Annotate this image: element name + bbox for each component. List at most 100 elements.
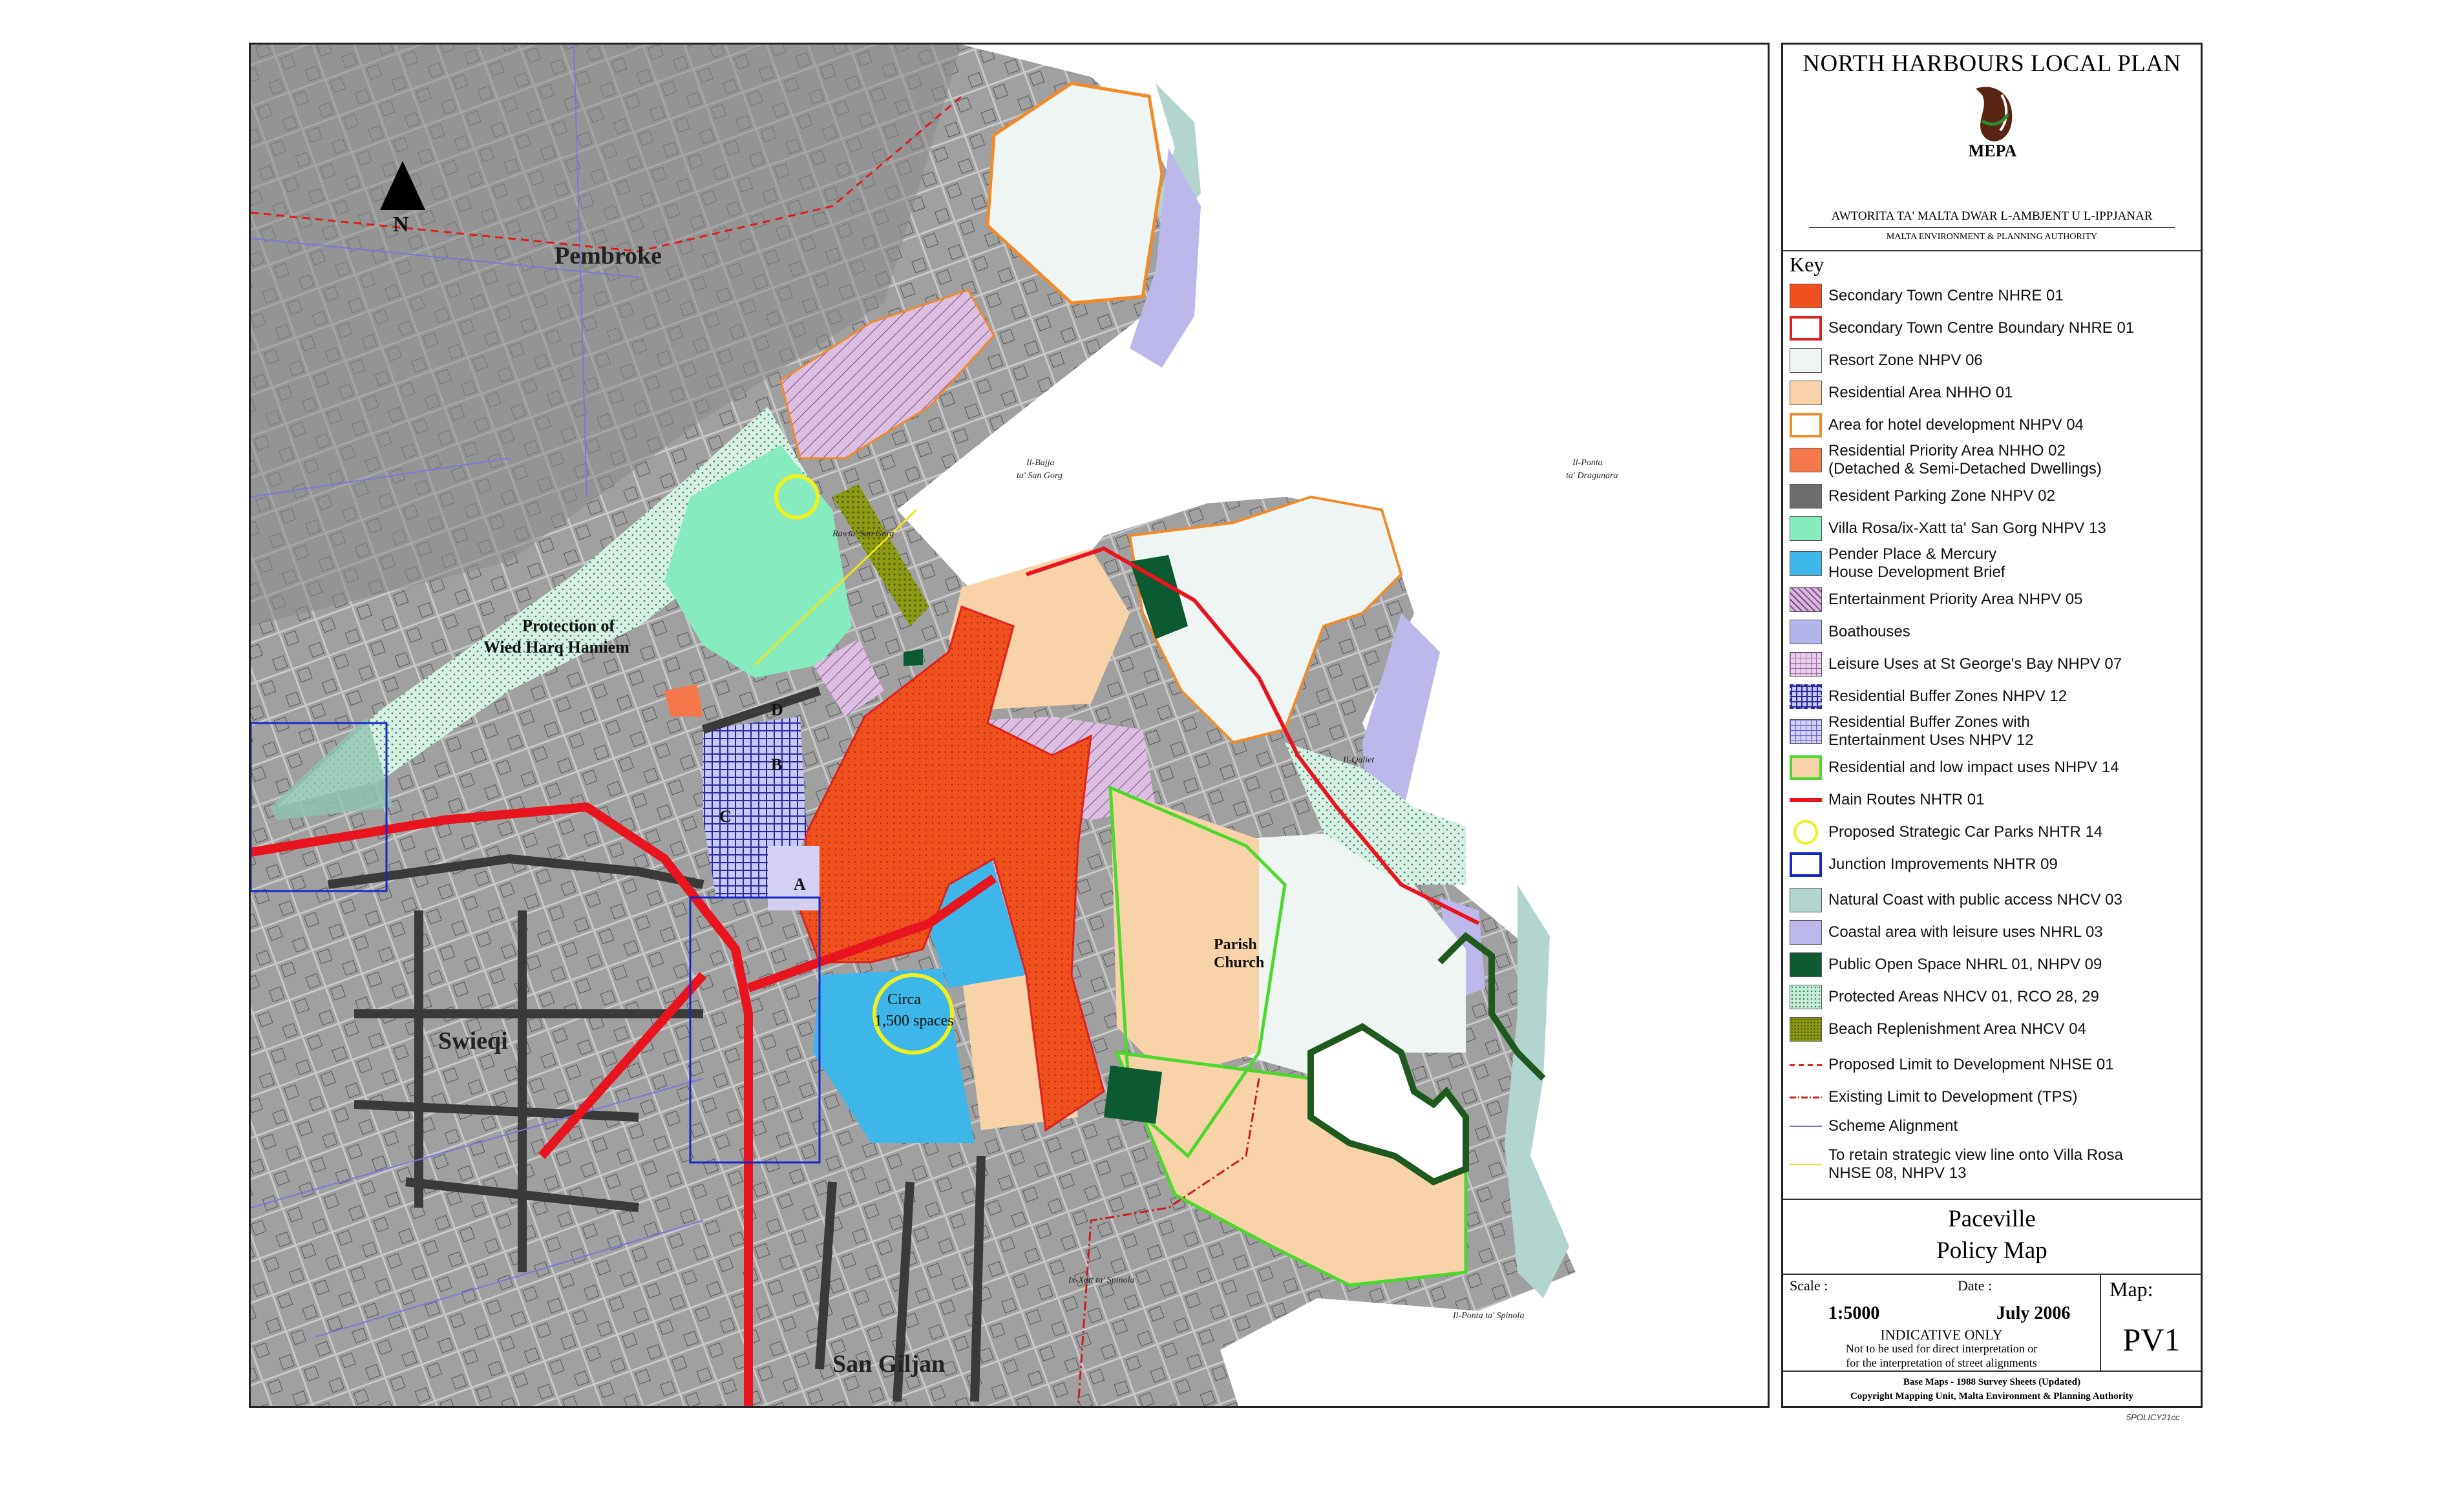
- legend-label: Junction Improvements NHTR 09: [1828, 856, 2058, 873]
- legend-swatch: [1790, 985, 1822, 1009]
- key-heading: Key: [1790, 253, 1824, 276]
- legend-item: Area for hotel development NHPV 04: [1790, 413, 2190, 437]
- legend-item: Entertainment Priority Area NHPV 05: [1790, 587, 2190, 612]
- legend-swatch: [1790, 920, 1822, 945]
- label-il-qaliet: Il-Qaliet: [1343, 755, 1375, 765]
- legend-item: Secondary Town Centre Boundary NHRE 01: [1790, 316, 2190, 341]
- legend-swatch: [1790, 1053, 1822, 1077]
- legend-swatch: [1790, 652, 1822, 677]
- policy-map[interactable]: N Pembroke Swieqi San Giljan Protection …: [249, 43, 1770, 1408]
- legend-item: Leisure Uses at St George's Bay NHPV 07: [1790, 652, 2190, 677]
- legend-item: Protected Areas NHCV 01, RCO 28, 29: [1790, 985, 2190, 1009]
- legend-panel: NORTH HARBOURS LOCAL PLAN MEPA AWTORITA …: [1781, 43, 2203, 1408]
- legend-item: Beach Replenishment Area NHCV 04: [1790, 1017, 2190, 1042]
- legend-swatch: [1790, 755, 1822, 780]
- disclaimer-line1: Not to be used for direct interpretation…: [1845, 1342, 2038, 1355]
- legend-label: Area for hotel development NHPV 04: [1828, 416, 2084, 434]
- junction-letter-a: A: [794, 875, 806, 894]
- scale-caption: Scale :: [1790, 1277, 1828, 1294]
- legend-item: Proposed Strategic Car Parks NHTR 14: [1790, 820, 2190, 845]
- legend-item: Scheme Alignment: [1790, 1114, 2190, 1139]
- copyright-note: Copyright Mapping Unit, Malta Environmen…: [1850, 1391, 2134, 1402]
- label-il-ponta: Il-Ponta: [1572, 458, 1603, 468]
- legend-item: Pender Place & Mercury House Development…: [1790, 545, 2190, 582]
- legend-swatch: [1790, 587, 1822, 612]
- junction-letter-c: C: [719, 807, 732, 826]
- scale-divider: [1783, 1274, 2201, 1275]
- legend-label: To retain strategic view line onto Villa…: [1828, 1146, 2123, 1182]
- legend-label: Beach Replenishment Area NHCV 04: [1828, 1020, 2086, 1038]
- legend-swatch: [1790, 1017, 1822, 1042]
- indicative-note: INDICATIVE ONLY: [1880, 1327, 2003, 1343]
- legend-swatch: [1790, 888, 1822, 912]
- legend-label: Residential Buffer Zones NHPV 12: [1828, 688, 2068, 705]
- legend-swatch: [1790, 852, 1822, 877]
- legend-swatch: [1790, 788, 1822, 812]
- place-swieqi: Swieqi: [438, 1027, 508, 1055]
- legend-swatch: [1790, 448, 1822, 472]
- car-park-label-line2: 1,500 spaces: [874, 1013, 954, 1029]
- legend-swatch: [1790, 551, 1822, 576]
- car-park-label-line1: Circa: [887, 991, 921, 1008]
- map-name-line1: Paceville: [1948, 1206, 2036, 1232]
- scale-value: 1:5000: [1828, 1303, 1880, 1323]
- legend-label: Residential Area NHHO 01: [1828, 384, 2013, 401]
- legend-item: Residential Buffer Zones with Entertainm…: [1790, 713, 2190, 750]
- drawing-reference: 5POLICY21cc: [2126, 1412, 2180, 1422]
- mepa-logo-icon: MEPA: [1969, 87, 2017, 160]
- legend-item: Villa Rosa/ix-Xatt ta' San Gorg NHPV 13: [1790, 516, 2190, 541]
- legend-item: Residential and low impact uses NHPV 14: [1790, 755, 2190, 780]
- legend-label: Residential Priority Area NHHO 02 (Detac…: [1828, 442, 2102, 478]
- plan-title: NORTH HARBOURS LOCAL PLAN: [1803, 50, 2181, 77]
- map-id: PV1: [2122, 1321, 2181, 1358]
- legend-swatch: [1793, 820, 1818, 845]
- legend-label: Scheme Alignment: [1828, 1117, 1958, 1135]
- legend-label: Secondary Town Centre NHRE 01: [1828, 287, 2064, 304]
- legend-swatch: [1790, 719, 1822, 744]
- legend-label: Proposed Strategic Car Parks NHTR 14: [1828, 823, 2103, 841]
- wied-label-line1: Protection of: [522, 616, 615, 635]
- legend-label: Existing Limit to Development (TPS): [1828, 1088, 2078, 1106]
- authority-rule: [1809, 227, 2175, 228]
- legend-item: Resident Parking Zone NHPV 02: [1790, 484, 2190, 509]
- legend-swatch: [1790, 413, 1822, 437]
- title-block-divider: [1783, 1199, 2201, 1200]
- legend-label: Residential and low impact uses NHPV 14: [1828, 759, 2119, 776]
- label-ponta-spinola: Il-Ponta ta' Spinola: [1453, 1311, 1525, 1321]
- label-il-bajja: Il-Bajja: [1026, 458, 1055, 468]
- footer-divider: [1783, 1370, 2201, 1372]
- authority-maltese: AWTORITA TA' MALTA DWAR L-AMBJENT U L-IP…: [1831, 209, 2153, 223]
- legend-item: Resort Zone NHPV 06: [1790, 348, 2190, 373]
- legend-swatch: [1790, 316, 1822, 341]
- map-name-line2: Policy Map: [1936, 1237, 2047, 1264]
- legend-item: Coastal area with leisure uses NHRL 03: [1790, 920, 2190, 945]
- label-ta-dragunara: ta' Dragunara: [1566, 471, 1618, 481]
- legend-label: Resident Parking Zone NHPV 02: [1828, 487, 2055, 505]
- place-san-giljan: San Giljan: [832, 1350, 946, 1378]
- date-value: July 2006: [1996, 1303, 2071, 1323]
- label-ras-san-gorg: Ras ta' San Gorg: [832, 529, 894, 539]
- legend-label: Residential Buffer Zones with Entertainm…: [1828, 713, 2034, 749]
- legend-item: Boathouses: [1790, 620, 2190, 644]
- legend-swatch: [1790, 1152, 1822, 1177]
- legend-item: Residential Buffer Zones NHPV 12: [1790, 684, 2190, 709]
- label-xatt-spinola: Ix-Xatt ta' Spinola: [1068, 1276, 1135, 1285]
- legend-item: Existing Limit to Development (TPS): [1790, 1085, 2190, 1109]
- legend-item: To retain strategic view line onto Villa…: [1790, 1146, 2190, 1182]
- legend-label: Pender Place & Mercury House Development…: [1828, 545, 2005, 581]
- base-maps-note: Base Maps - 1988 Survey Sheets (Updated): [1903, 1377, 2081, 1387]
- authority-english: MALTA ENVIRONMENT & PLANNING AUTHORITY: [1886, 232, 2098, 242]
- legend-swatch: [1790, 684, 1822, 709]
- legend-item: Residential Priority Area NHHO 02 (Detac…: [1790, 442, 2190, 478]
- legend-swatch: [1790, 484, 1822, 509]
- public-open-space-1: [1104, 1066, 1162, 1124]
- legend-swatch: [1790, 952, 1822, 977]
- label-ta-san-gorg: ta' San Gorg: [1017, 471, 1063, 481]
- junction-letter-b: B: [771, 755, 783, 774]
- legend-label: Public Open Space NHRL 01, NHPV 09: [1828, 956, 2102, 973]
- legend-swatch: [1790, 284, 1822, 308]
- legend-item: Residential Area NHHO 01: [1790, 381, 2190, 405]
- legend-label: Protected Areas NHCV 01, RCO 28, 29: [1828, 988, 2099, 1005]
- legend-label: Main Routes NHTR 01: [1828, 791, 1985, 808]
- legend-label: Leisure Uses at St George's Bay NHPV 07: [1828, 655, 2122, 673]
